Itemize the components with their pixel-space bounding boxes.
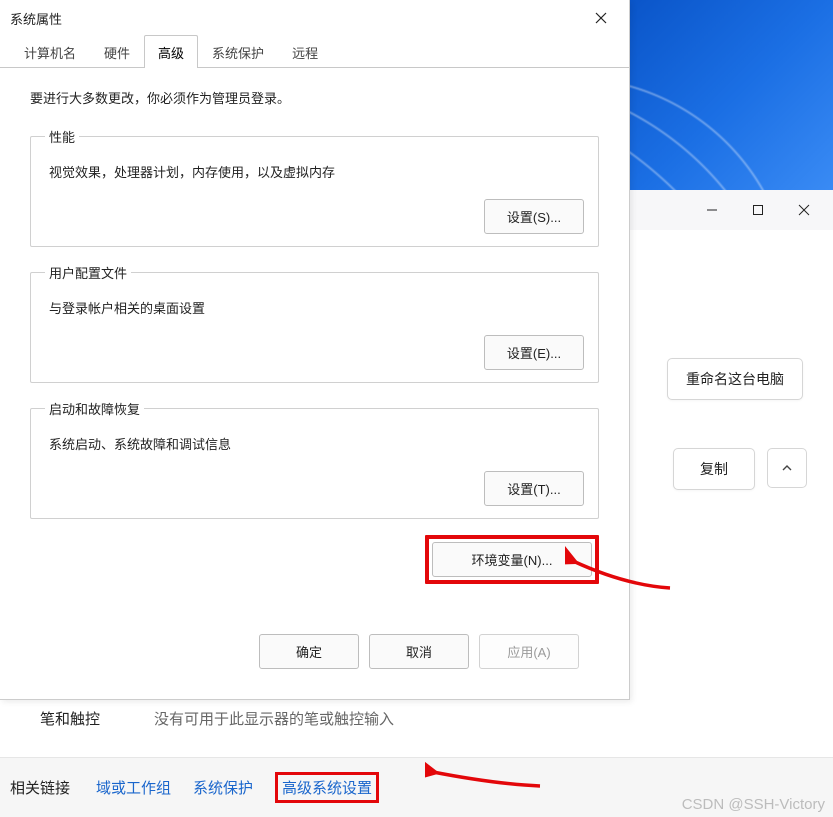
adv-settings-highlight: 高级系统设置	[275, 772, 379, 803]
dialog-content: 要进行大多数更改，你必须作为管理员登录。 性能 视觉效果，处理器计划，内存使用，…	[0, 68, 629, 687]
system-properties-dialog: 系统属性 计算机名 硬件 高级 系统保护 远程 要进行大多数更改，你必须作为管理…	[0, 0, 630, 700]
performance-group: 性能 视觉效果，处理器计划，内存使用，以及虚拟内存 设置(S)...	[30, 127, 599, 247]
link-system-protection[interactable]: 系统保护	[193, 777, 253, 798]
user-profile-desc: 与登录帐户相关的桌面设置	[49, 298, 584, 317]
startup-recovery-desc: 系统启动、系统故障和调试信息	[49, 434, 584, 453]
tab-hardware[interactable]: 硬件	[90, 35, 144, 68]
link-advanced-system-settings[interactable]: 高级系统设置	[282, 780, 372, 797]
user-profile-group: 用户配置文件 与登录帐户相关的桌面设置 设置(E)...	[30, 263, 599, 383]
csdn-watermark: CSDN @SSH-Victory	[682, 796, 825, 813]
rename-pc-button[interactable]: 重命名这台电脑	[667, 358, 803, 400]
startup-recovery-settings-button[interactable]: 设置(T)...	[484, 471, 584, 506]
tab-advanced[interactable]: 高级	[144, 35, 198, 68]
close-button-settings[interactable]	[781, 193, 827, 227]
ok-button[interactable]: 确定	[259, 634, 359, 669]
pen-touch-value: 没有可用于此显示器的笔或触控输入	[154, 708, 394, 729]
performance-desc: 视觉效果，处理器计划，内存使用，以及虚拟内存	[49, 162, 584, 181]
settings-titlebar-fragment	[630, 190, 833, 230]
pen-touch-label: 笔和触控	[40, 708, 100, 729]
cancel-button[interactable]: 取消	[369, 634, 469, 669]
startup-recovery-legend: 启动和故障恢复	[45, 399, 144, 418]
tab-remote[interactable]: 远程	[278, 35, 332, 68]
startup-recovery-group: 启动和故障恢复 系统启动、系统故障和调试信息 设置(T)...	[30, 399, 599, 519]
performance-legend: 性能	[45, 127, 79, 146]
user-profile-legend: 用户配置文件	[45, 263, 131, 282]
copy-button[interactable]: 复制	[673, 448, 755, 490]
dialog-title: 系统属性	[10, 9, 583, 28]
admin-notice: 要进行大多数更改，你必须作为管理员登录。	[30, 88, 599, 107]
tab-computer-name[interactable]: 计算机名	[10, 35, 90, 68]
tab-system-protection[interactable]: 系统保护	[198, 35, 278, 68]
expand-button[interactable]	[767, 448, 807, 488]
user-profile-settings-button[interactable]: 设置(E)...	[484, 335, 584, 370]
link-domain-workgroup[interactable]: 域或工作组	[96, 777, 171, 798]
apply-button[interactable]: 应用(A)	[479, 634, 579, 669]
desktop-wallpaper	[630, 0, 833, 200]
dialog-titlebar: 系统属性	[0, 0, 629, 36]
env-var-highlight: 环境变量(N)...	[425, 535, 599, 584]
dialog-tabs: 计算机名 硬件 高级 系统保护 远程	[0, 36, 629, 68]
minimize-button[interactable]	[689, 193, 735, 227]
performance-settings-button[interactable]: 设置(S)...	[484, 199, 584, 234]
dialog-close-button[interactable]	[583, 4, 619, 32]
related-links-head: 相关链接	[10, 777, 70, 798]
settings-body-fragment: 重命名这台电脑 复制	[630, 230, 833, 739]
maximize-button[interactable]	[735, 193, 781, 227]
dialog-footer: 确定 取消 应用(A)	[30, 624, 599, 669]
environment-variables-button[interactable]: 环境变量(N)...	[432, 542, 592, 577]
